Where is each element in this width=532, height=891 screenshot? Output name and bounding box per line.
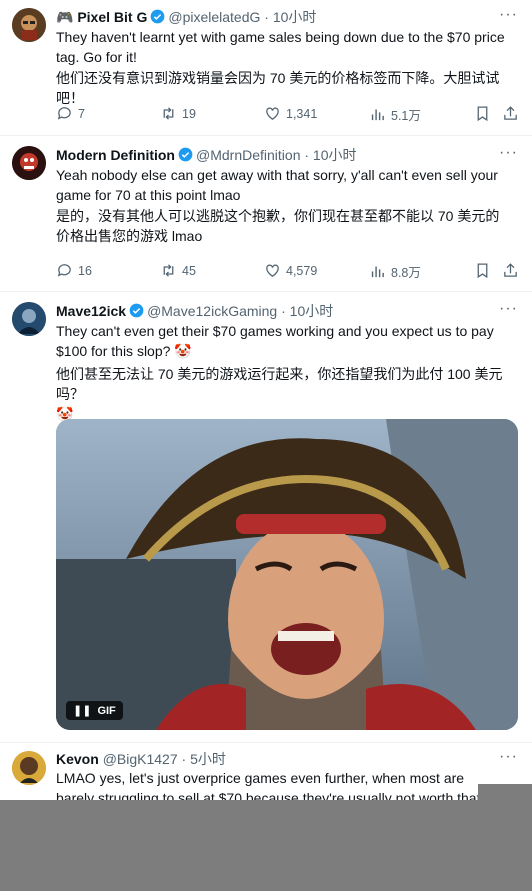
- heart-icon: [266, 107, 279, 120]
- tweet-time[interactable]: · 10小时: [281, 303, 333, 319]
- tweet-translation: 他们还没有意识到游戏销量会因为 70 美元的价格标签而下降。大胆试试吧！: [56, 70, 500, 106]
- like-button[interactable]: 1,341: [264, 105, 317, 122]
- author-name[interactable]: Modern Definition: [56, 147, 175, 163]
- more-options-icon[interactable]: ···: [499, 300, 518, 318]
- tweet-time[interactable]: · 5小时: [182, 751, 226, 767]
- views-button[interactable]: 8.8万: [369, 262, 421, 281]
- more-options-icon[interactable]: ···: [499, 6, 518, 24]
- verified-badge-icon: [178, 147, 193, 166]
- share-button[interactable]: [502, 105, 519, 122]
- reply-button[interactable]: 16: [56, 262, 92, 279]
- views-chart-icon: [371, 109, 384, 121]
- views-button[interactable]: 5.1万: [369, 105, 421, 124]
- more-options-icon[interactable]: ···: [499, 144, 518, 162]
- more-options-icon[interactable]: ···: [499, 748, 518, 766]
- avatar[interactable]: [12, 751, 46, 785]
- pirate-laughing-image: [56, 419, 518, 730]
- gray-overlay: [0, 800, 532, 891]
- repost-button[interactable]: 19: [160, 105, 196, 122]
- gray-overlay-corner: [478, 784, 532, 800]
- tweet-time[interactable]: · 10小时: [264, 9, 316, 25]
- reply-icon: [57, 264, 71, 277]
- reply-icon: [57, 107, 71, 120]
- bookmark-icon: [477, 106, 488, 122]
- tweet-text: Yeah nobody else can get away with that …: [56, 167, 498, 203]
- gif-badge[interactable]: ❚❚ GIF: [66, 701, 123, 720]
- reply-count: 7: [78, 106, 85, 121]
- avatar[interactable]: [12, 146, 46, 180]
- tweet-2[interactable]: Modern Definition @MdrnDefinition · 10小时 …: [0, 136, 532, 292]
- tweet-text: They can't even get their $70 games work…: [56, 321, 506, 361]
- tweet-header: Kevon @BigK1427 · 5小时: [56, 750, 492, 768]
- view-count: 8.8万: [391, 266, 421, 280]
- bookmark-icon: [477, 263, 488, 279]
- tweet-header: Mave12ick @Mave12ickGaming · 10小时: [56, 302, 492, 322]
- repost-icon: [163, 264, 174, 277]
- author-handle[interactable]: @Mave12ickGaming: [147, 303, 277, 319]
- tweet-translation: 他们甚至无法让 70 美元的游戏运行起来，你还指望我们为此付 100 美元吗？ 🤡: [56, 364, 506, 424]
- repost-count: 45: [182, 263, 196, 278]
- bookmark-button[interactable]: [474, 105, 491, 122]
- bookmark-button[interactable]: [474, 262, 491, 279]
- pause-icon[interactable]: ❚❚: [73, 704, 91, 717]
- author-name[interactable]: Kevon: [56, 751, 99, 767]
- share-icon: [504, 263, 517, 277]
- tweet-translation-body: 他们甚至无法让 70 美元的游戏运行起来，你还指望我们为此付 100 美元吗？: [56, 366, 503, 402]
- author-handle[interactable]: @pixelelatedG: [168, 9, 260, 25]
- share-icon: [504, 106, 517, 120]
- gif-media[interactable]: ❚❚ GIF: [56, 419, 518, 730]
- reply-button[interactable]: 7: [56, 105, 85, 122]
- repost-button[interactable]: 45: [160, 262, 196, 279]
- tweet-time[interactable]: · 10小时: [304, 147, 356, 163]
- like-count: 1,341: [286, 106, 318, 121]
- tweet-text-body: They can't even get their $70 games work…: [56, 323, 494, 359]
- repost-count: 19: [182, 106, 196, 121]
- like-count: 4,579: [286, 263, 318, 278]
- gif-label: GIF: [97, 704, 116, 717]
- tweet-text: They haven't learnt yet with game sales …: [56, 29, 505, 65]
- views-chart-icon: [371, 266, 384, 278]
- reply-count: 16: [78, 263, 92, 278]
- tweet-actions: 7 19 1,341 5.1万: [56, 105, 519, 125]
- gamepad-icon: 🎮: [56, 9, 74, 25]
- tweet-actions: 16 45 4,579 8.8万: [56, 262, 519, 282]
- tweet-1[interactable]: 🎮 Pixel Bit G @pixelelatedG · 10小时 ··· Th…: [0, 0, 532, 136]
- author-handle[interactable]: @BigK1427: [103, 751, 178, 767]
- verified-badge-icon: [150, 9, 165, 28]
- avatar[interactable]: [12, 8, 46, 42]
- author-handle[interactable]: @MdrnDefinition: [196, 147, 300, 163]
- clown-emoji-icon: 🤡: [174, 343, 192, 359]
- like-button[interactable]: 4,579: [264, 262, 317, 279]
- repost-icon: [163, 107, 174, 120]
- tweet-translation: 是的，没有其他人可以逃脱这个抱歉，你们现在甚至都不能以 70 美元的价格出售您的…: [56, 208, 500, 244]
- avatar[interactable]: [12, 302, 46, 336]
- tweet-header: 🎮 Pixel Bit G @pixelelatedG · 10小时: [56, 8, 492, 28]
- verified-badge-icon: [129, 303, 144, 322]
- share-button[interactable]: [502, 262, 519, 279]
- author-name[interactable]: Mave12ick: [56, 303, 126, 319]
- view-count: 5.1万: [391, 109, 421, 123]
- author-name[interactable]: Pixel Bit G: [77, 9, 147, 25]
- tweet-header: Modern Definition @MdrnDefinition · 10小时: [56, 146, 492, 166]
- heart-icon: [266, 264, 279, 277]
